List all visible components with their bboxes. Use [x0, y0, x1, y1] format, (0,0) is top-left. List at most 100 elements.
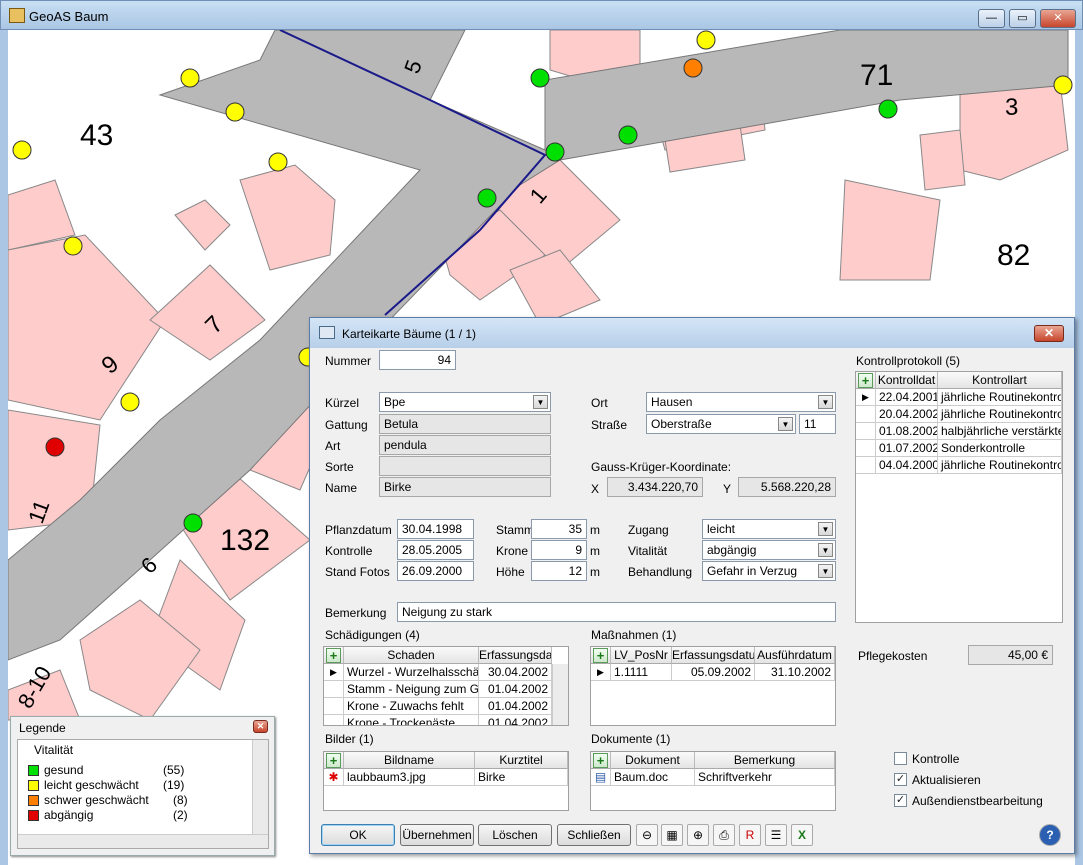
- row-selector[interactable]: [324, 698, 344, 715]
- row-selector[interactable]: ▶: [324, 664, 344, 681]
- row-selector[interactable]: [856, 457, 876, 474]
- kontrollprotokoll-grid[interactable]: + Kontrolldat Kontrollart ▶ 22.04.2001 j…: [855, 371, 1063, 623]
- add-icon[interactable]: +: [593, 648, 608, 663]
- dokumente-grid[interactable]: + Dokument Bemerkung ▤ Baum.doc Schriftv…: [590, 751, 836, 811]
- chevron-down-icon[interactable]: ▼: [818, 543, 833, 557]
- nummer-field[interactable]: 94: [379, 350, 456, 370]
- table-cell[interactable]: Stamm - Neigung zum Ge: [344, 681, 479, 698]
- column-header[interactable]: Bildname: [344, 752, 475, 769]
- tree-symbol[interactable]: [683, 58, 703, 78]
- column-header[interactable]: Schaden: [344, 647, 479, 664]
- column-header[interactable]: LV_PosNr: [611, 647, 672, 664]
- kontrolle-checkbox-label[interactable]: Kontrolle: [912, 752, 959, 766]
- close-button[interactable]: ✕: [1040, 9, 1076, 28]
- bilder-grid[interactable]: + Bildname Kurztitel ✱ laubbaum3.jpg Bir…: [323, 751, 569, 811]
- add-icon[interactable]: +: [326, 753, 341, 768]
- tree-symbol[interactable]: [530, 68, 550, 88]
- add-icon[interactable]: +: [593, 753, 608, 768]
- table-cell[interactable]: Krone - Zuwachs fehlt: [344, 698, 479, 715]
- tree-symbol[interactable]: [477, 188, 497, 208]
- strasse-select[interactable]: Oberstraße ▼: [646, 414, 796, 434]
- chevron-down-icon[interactable]: ▼: [818, 522, 833, 536]
- row-selector[interactable]: [324, 681, 344, 698]
- massnahmen-grid[interactable]: + LV_PosNr Erfassungsdatu Ausführdatum ▶…: [590, 646, 836, 726]
- maximize-button[interactable]: ▭: [1009, 9, 1036, 28]
- column-header[interactable]: Erfassungsdatu: [672, 647, 755, 664]
- table-cell[interactable]: Schriftverkehr: [695, 769, 835, 786]
- kuerzel-select[interactable]: Bpe ▼: [379, 392, 551, 412]
- map-view-icon[interactable]: ▦: [661, 824, 683, 846]
- tree-symbol[interactable]: [618, 125, 638, 145]
- ort-select[interactable]: Hausen ▼: [646, 392, 836, 412]
- table-cell[interactable]: 04.04.2000: [876, 457, 938, 474]
- column-header[interactable]: Kontrollart: [938, 372, 1062, 389]
- legend-scrollbar[interactable]: [252, 740, 268, 836]
- stand-fotos-field[interactable]: 26.09.2000: [397, 561, 474, 581]
- table-cell[interactable]: 01.04.2002: [479, 698, 552, 715]
- add-icon[interactable]: +: [858, 373, 873, 388]
- table-cell[interactable]: 05.09.2002: [672, 664, 755, 681]
- column-header[interactable]: Ausführdatum: [755, 647, 835, 664]
- legend-hscrollbar[interactable]: [18, 834, 268, 848]
- tree-symbol[interactable]: [12, 140, 32, 160]
- row-selector[interactable]: ▶: [591, 664, 611, 681]
- chevron-down-icon[interactable]: ▼: [778, 417, 793, 431]
- table-cell[interactable]: 01.04.2002: [479, 715, 552, 725]
- schliessen-button[interactable]: Schließen: [557, 824, 631, 846]
- tree-symbol[interactable]: [696, 30, 716, 50]
- excel-icon[interactable]: X: [791, 824, 813, 846]
- table-cell[interactable]: 1.1111: [611, 664, 672, 681]
- tree-symbol[interactable]: [878, 99, 898, 119]
- table-cell[interactable]: jährliche Routinekontrol: [938, 406, 1062, 423]
- chevron-down-icon[interactable]: ▼: [818, 564, 833, 578]
- legend-close-button[interactable]: ✕: [253, 720, 268, 733]
- pflanzdatum-field[interactable]: 30.04.1998: [397, 519, 474, 539]
- behandlung-select[interactable]: Gefahr in Verzug ▼: [702, 561, 836, 581]
- aktualisieren-checkbox[interactable]: ✓: [894, 773, 907, 786]
- tree-symbol[interactable]: [63, 236, 83, 256]
- grid-scrollbar[interactable]: [552, 664, 568, 725]
- column-header[interactable]: Erfassungsda: [479, 647, 552, 664]
- kontrolle-date-field[interactable]: 28.05.2005: [397, 540, 474, 560]
- dialog-close-button[interactable]: ✕: [1034, 325, 1064, 342]
- aktualisieren-checkbox-label[interactable]: Aktualisieren: [912, 773, 981, 787]
- tree-symbol[interactable]: [120, 392, 140, 412]
- column-header[interactable]: Kurztitel: [475, 752, 568, 769]
- table-cell[interactable]: 22.04.2001: [876, 389, 938, 406]
- zoom-out-icon[interactable]: ⊖: [636, 824, 658, 846]
- tree-symbol[interactable]: [1053, 75, 1073, 95]
- ok-button[interactable]: OK: [321, 824, 395, 846]
- row-selector[interactable]: [856, 406, 876, 423]
- add-icon[interactable]: +: [326, 648, 341, 663]
- row-selector[interactable]: [856, 423, 876, 440]
- table-cell[interactable]: laubbaum3.jpg: [344, 769, 475, 786]
- stamm-field[interactable]: 35: [531, 519, 587, 539]
- hausnummer-field[interactable]: 11: [799, 414, 836, 434]
- table-cell[interactable]: 01.07.2002: [876, 440, 938, 457]
- zugang-select[interactable]: leicht ▼: [702, 519, 836, 539]
- chevron-down-icon[interactable]: ▼: [818, 395, 833, 409]
- hoehe-field[interactable]: 12: [531, 561, 587, 581]
- tree-symbol[interactable]: [183, 513, 203, 533]
- uebernehmen-button[interactable]: Übernehmen: [400, 824, 474, 846]
- table-cell[interactable]: Krone - Trockenäste: [344, 715, 479, 725]
- aussendienst-checkbox-label[interactable]: Außendienstbearbeitung: [912, 794, 1043, 808]
- row-selector[interactable]: [324, 715, 344, 725]
- column-header[interactable]: Kontrolldat: [876, 372, 938, 389]
- tree-symbol[interactable]: [268, 152, 288, 172]
- tree-symbol[interactable]: [225, 102, 245, 122]
- table-cell[interactable]: Baum.doc: [611, 769, 695, 786]
- tree-symbol[interactable]: [180, 68, 200, 88]
- kontrolle-checkbox[interactable]: [894, 752, 907, 765]
- loeschen-button[interactable]: Löschen: [478, 824, 552, 846]
- report-icon[interactable]: R: [739, 824, 761, 846]
- table-cell[interactable]: 01.08.2002: [876, 423, 938, 440]
- table-cell[interactable]: Sonderkontrolle: [938, 440, 1062, 457]
- tree-symbol[interactable]: [45, 437, 65, 457]
- table-cell[interactable]: halbjährliche verstärkte: [938, 423, 1062, 440]
- table-cell[interactable]: 01.04.2002: [479, 681, 552, 698]
- table-cell[interactable]: Birke: [475, 769, 568, 786]
- schaedigungen-grid[interactable]: + Schaden Erfassungsda ▶ Wurzel - Wurzel…: [323, 646, 569, 726]
- vitalitaet-select[interactable]: abgängig ▼: [702, 540, 836, 560]
- table-cell[interactable]: 30.04.2002: [479, 664, 552, 681]
